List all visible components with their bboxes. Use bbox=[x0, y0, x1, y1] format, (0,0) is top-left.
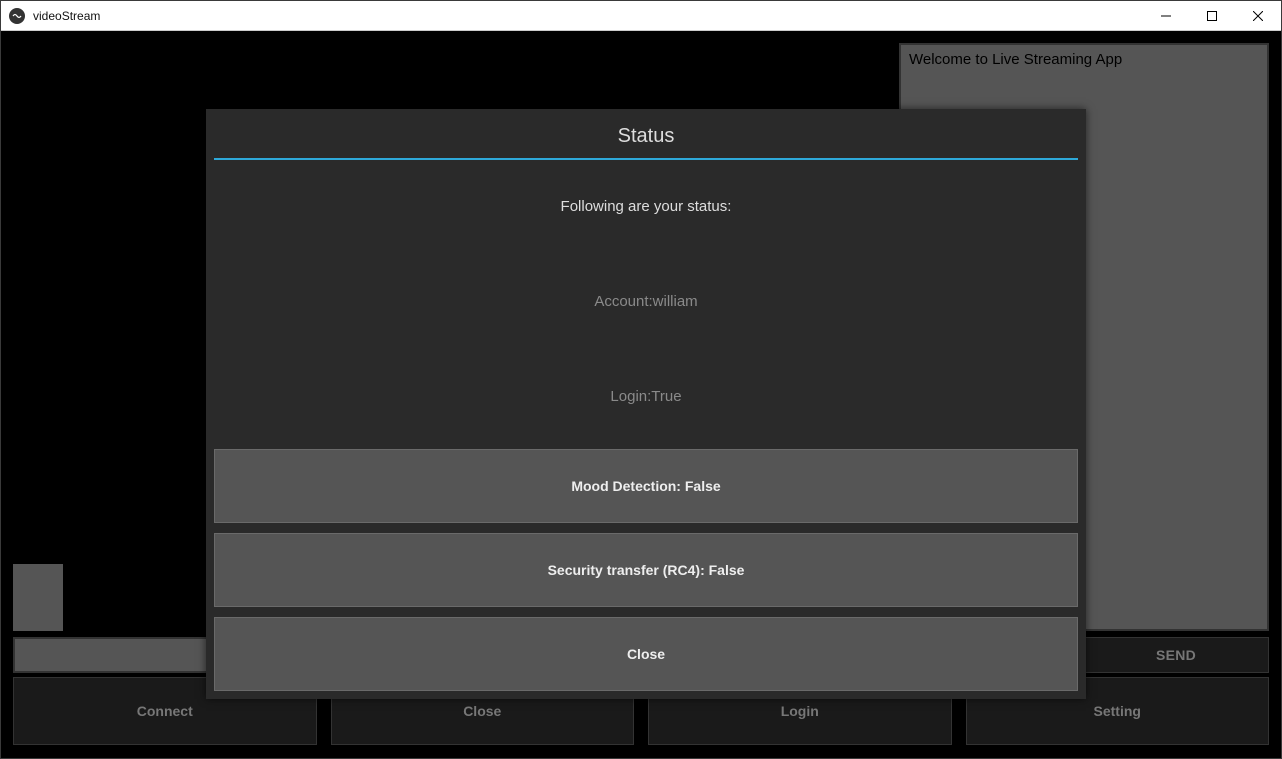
modal-account: Account:william bbox=[206, 215, 1086, 310]
modal-buttons: Mood Detection: False Security transfer … bbox=[206, 405, 1086, 691]
preview-thumb bbox=[13, 564, 63, 631]
security-transfer-button[interactable]: Security transfer (RC4): False bbox=[214, 533, 1078, 607]
minimize-button[interactable] bbox=[1143, 1, 1189, 31]
send-button[interactable]: SEND bbox=[1083, 637, 1269, 673]
status-modal: Status Following are your status: Accoun… bbox=[206, 109, 1086, 699]
maximize-button[interactable] bbox=[1189, 1, 1235, 31]
app-icon bbox=[9, 8, 25, 24]
mood-detection-button[interactable]: Mood Detection: False bbox=[214, 449, 1078, 523]
modal-title: Status bbox=[206, 109, 1086, 158]
modal-login: Login:True bbox=[206, 310, 1086, 405]
window-title: videoStream bbox=[33, 9, 100, 23]
app-body: Welcome to Live Streaming App SEND Conne… bbox=[1, 31, 1281, 758]
app-window: videoStream Welcome to Live Streaming Ap… bbox=[0, 0, 1282, 759]
modal-intro: Following are your status: bbox=[206, 160, 1086, 215]
modal-close-button[interactable]: Close bbox=[214, 617, 1078, 691]
close-window-button[interactable] bbox=[1235, 1, 1281, 31]
titlebar: videoStream bbox=[1, 1, 1281, 31]
